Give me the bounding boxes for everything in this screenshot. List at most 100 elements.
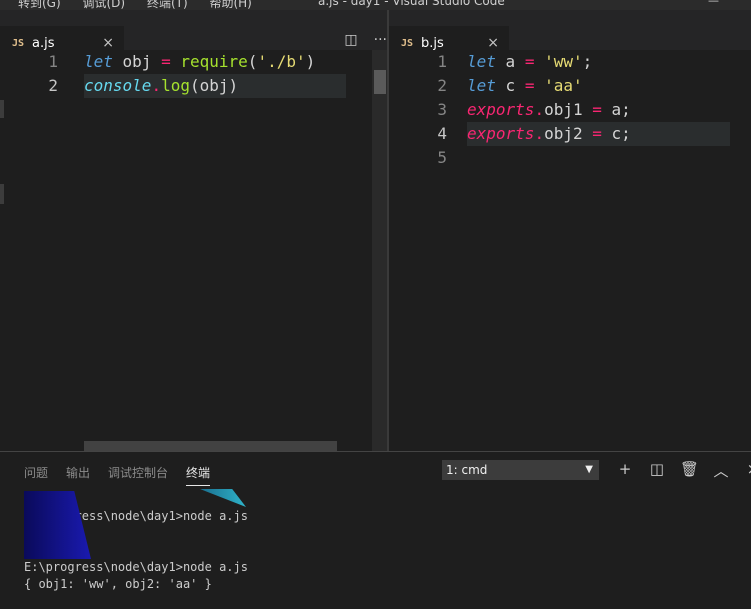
horizontal-scrollbar[interactable] [84, 441, 337, 451]
code-token: . [534, 100, 545, 119]
more-actions-icon[interactable]: ··· [374, 32, 387, 48]
menu-goto[interactable]: 转到(G) [18, 0, 61, 10]
minimize-button[interactable]: — [708, 0, 720, 7]
code-token: = [592, 124, 602, 143]
code-token: a [495, 52, 525, 71]
terminal-output[interactable]: E:\progress\node\day1>node a.js ww E:\pro… [24, 508, 744, 593]
code-token: = [592, 100, 602, 119]
code-token: . [534, 124, 545, 143]
code-token: require [180, 52, 248, 71]
trash-icon[interactable]: 🗑 [680, 460, 699, 481]
code-text: console.log(obj) [84, 74, 238, 98]
code-token: obj [112, 52, 162, 71]
vertical-scrollbar[interactable] [372, 50, 387, 451]
code-token: ( [247, 52, 258, 71]
menu-bar: 转到(G) 调试(D) 终端(T) 帮助(H) [18, 0, 270, 10]
code-token: exports [467, 100, 535, 119]
code-token: c [495, 76, 525, 95]
code-text: let c = 'aa' [467, 74, 583, 98]
code-line[interactable]: 3 exports.obj1 = a; [389, 98, 751, 122]
line-number: 5 [437, 148, 447, 167]
code-token: let [467, 52, 496, 71]
title-bar: 转到(G) 调试(D) 终端(T) 帮助(H) a.js - day1 - Vi… [0, 0, 751, 10]
edge-marker [0, 100, 4, 118]
code-token: obj2 [544, 124, 593, 143]
code-line[interactable]: 1 let a = 'ww'; [389, 50, 751, 74]
code-token: obj1 [544, 100, 593, 119]
code-token: a; [601, 100, 631, 119]
right-tab-strip: JS b.js × [389, 10, 751, 60]
code-token: let [467, 76, 496, 95]
js-file-icon: JS [12, 37, 25, 49]
tab-output[interactable]: 输出 [66, 464, 90, 486]
close-icon[interactable]: × [487, 35, 499, 51]
scrollbar-thumb[interactable] [374, 70, 386, 94]
code-token: = [161, 52, 171, 71]
code-token: 'aa' [544, 76, 583, 95]
code-token: exports [467, 124, 535, 143]
close-icon[interactable]: × [102, 35, 114, 51]
tab-problems[interactable]: 问题 [24, 464, 48, 486]
js-file-icon: JS [401, 37, 414, 49]
menu-terminal[interactable]: 终端(T) [147, 0, 188, 10]
terminal-line: E:\progress\node\day1>node a.js [24, 560, 248, 574]
minimap[interactable] [346, 50, 372, 451]
code-token: 'ww' [544, 52, 583, 71]
tab-terminal[interactable]: 终端 [186, 464, 211, 486]
split-editor-icon[interactable]: ◫ [344, 32, 357, 48]
tab-label: b.js [421, 35, 444, 51]
code-line[interactable]: 5 [389, 146, 751, 170]
code-line[interactable]: 2 let c = 'aa' [389, 74, 751, 98]
chevron-down-icon: ▼ [585, 464, 593, 475]
split-terminal-icon[interactable]: ◫ [648, 460, 666, 481]
panel-actions: + ◫ 🗑 ︿ × [616, 460, 751, 481]
code-token: (obj) [189, 76, 239, 95]
code-token: './b' [257, 52, 306, 71]
code-token: ; [582, 52, 593, 71]
code-text: exports.obj2 = c; [467, 122, 631, 146]
terminal-select[interactable]: 1: cmd ▼ [442, 460, 599, 480]
line-number: 4 [437, 124, 447, 143]
add-icon[interactable]: + [616, 460, 634, 481]
line-number: 3 [437, 100, 447, 119]
code-line[interactable]: 4 exports.obj2 = c; [389, 122, 751, 146]
edge-marker [0, 184, 4, 204]
code-text: let a = 'ww'; [467, 50, 592, 74]
menu-debug[interactable]: 调试(D) [83, 0, 126, 10]
terminal-select-value: 1: cmd [446, 463, 488, 477]
code-token: = [524, 76, 535, 95]
code-token: console [84, 76, 152, 95]
terminal-line: ww [24, 525, 744, 542]
code-text: exports.obj1 = a; [467, 98, 631, 122]
code-token: let [84, 52, 113, 71]
bottom-panel: 问题 输出 调试控制台 终端 1: cmd ▼ + ◫ 🗑 ︿ × E:\pro… [0, 451, 751, 609]
tab-debug-console[interactable]: 调试控制台 [108, 464, 168, 486]
terminal-line: E:\progress\node\day1>node a.js [24, 509, 248, 523]
line-number: 2 [48, 76, 58, 95]
code-line[interactable]: 2 console.log(obj) [0, 74, 387, 98]
close-icon[interactable]: × [744, 460, 751, 481]
line-number: 2 [437, 76, 447, 95]
code-text: let obj = require('./b') [84, 50, 315, 74]
line-number: 1 [48, 52, 58, 71]
menu-help[interactable]: 帮助(H) [209, 0, 251, 10]
tab-label: a.js [32, 35, 55, 51]
editor-left[interactable]: 1 let obj = require('./b') 2 console.log(ob… [0, 50, 387, 451]
code-token: = [524, 52, 535, 71]
code-line[interactable]: 1 let obj = require('./b') [0, 50, 387, 74]
line-number: 1 [437, 52, 447, 71]
code-token: c; [601, 124, 631, 143]
minimap[interactable] [731, 50, 751, 451]
editor-actions: ◫ ··· [344, 32, 387, 48]
code-token: ) [305, 52, 316, 71]
panel-tabs: 问题 输出 调试控制台 终端 [24, 464, 211, 486]
left-tab-strip: JS a.js × ◫ ··· [0, 10, 387, 60]
window-title: a.js - day1 - Visual Studio Code [318, 0, 505, 8]
editor-right[interactable]: 1 let a = 'ww'; 2 let c = 'aa' 3 exports.obj1… [389, 50, 751, 451]
code-token: . [151, 76, 162, 95]
chevron-up-icon[interactable]: ︿ [712, 460, 730, 481]
